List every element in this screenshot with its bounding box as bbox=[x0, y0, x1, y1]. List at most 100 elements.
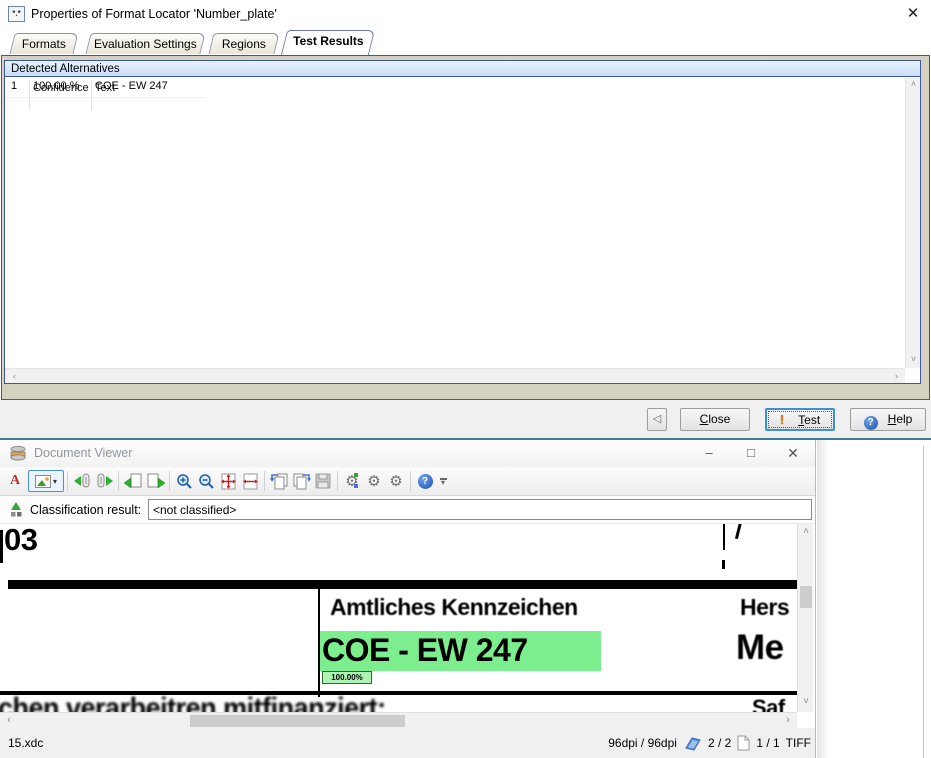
confidence-tag: 100.00% bbox=[322, 671, 372, 684]
green-dot bbox=[354, 473, 358, 477]
prev-page-icon[interactable] bbox=[122, 470, 144, 492]
scroll-up-icon[interactable]: ˄ bbox=[798, 526, 814, 540]
zoom-in-icon[interactable] bbox=[173, 470, 195, 492]
scan-line bbox=[0, 530, 3, 563]
viewer-right-border bbox=[815, 440, 816, 758]
close-icon[interactable]: ✕ bbox=[774, 440, 812, 467]
document-stack-icon bbox=[683, 735, 702, 752]
toolbar-overflow-icon[interactable]: ▾ bbox=[436, 470, 450, 492]
help-icon: ? bbox=[864, 416, 878, 430]
toolbar-separator bbox=[169, 471, 170, 491]
toolbar-separator bbox=[118, 471, 119, 491]
viewer-statusbar: 15.xdc 96dpi / 96dpi 2 / 2 1 / 1 TIFF bbox=[0, 728, 816, 758]
save-icon[interactable] bbox=[312, 470, 334, 492]
scan-thick-rule bbox=[8, 580, 797, 589]
tab-formats[interactable]: Formats bbox=[9, 33, 78, 54]
viewer-titlebar[interactable]: Document Viewer – □ ✕ bbox=[0, 440, 816, 467]
alternatives-list[interactable]: Confidence Text 1 100.00 % COE - EW 247 … bbox=[5, 78, 920, 383]
tab-regions[interactable]: Regions bbox=[208, 33, 279, 54]
minimize-icon[interactable]: – bbox=[690, 440, 728, 467]
dialog-button-bar: ◁ Close !Test ?Help bbox=[0, 400, 931, 438]
group-header: Detected Alternatives bbox=[5, 61, 920, 77]
text-cell: COE - EW 247 bbox=[95, 80, 168, 92]
next-page-icon[interactable] bbox=[144, 470, 166, 492]
window-shadow bbox=[817, 440, 829, 758]
help-button[interactable]: ?Help bbox=[850, 408, 926, 431]
button-label: elp bbox=[896, 412, 912, 426]
next-document-icon[interactable] bbox=[93, 470, 115, 492]
detected-text: COE - EW 247 bbox=[322, 632, 528, 669]
test-button[interactable]: !Test bbox=[765, 408, 835, 431]
test-results-tabpage: Detected Alternatives Confidence Text 1 … bbox=[1, 55, 930, 400]
text-view-icon[interactable]: A bbox=[4, 470, 26, 492]
image-view-icon[interactable]: ▾ bbox=[28, 470, 64, 492]
detected-text-highlight[interactable]: COE - EW 247 bbox=[320, 631, 601, 671]
canvas-horizontal-scrollbar[interactable]: ‹ › bbox=[0, 712, 797, 728]
tab-label: Regions bbox=[212, 34, 276, 54]
scroll-down-icon[interactable]: ˅ bbox=[798, 696, 814, 710]
dialog-titlebar[interactable]: *.* Properties of Format Locator 'Number… bbox=[0, 0, 931, 28]
toolbar-separator bbox=[410, 471, 411, 491]
scan-corner-number: 03 bbox=[4, 524, 37, 558]
scroll-right-icon[interactable]: › bbox=[781, 713, 795, 729]
scan-illegible-line: chen verarbeitren mitfinanziert: bbox=[0, 692, 386, 712]
scan-text-clipped: Hers bbox=[740, 594, 789, 621]
row-number-cell: 1 bbox=[11, 80, 17, 92]
scan-text-clipped: Saf bbox=[752, 695, 785, 712]
toolbar-separator bbox=[264, 471, 265, 491]
classification-label: Classification result: bbox=[30, 503, 141, 517]
maximize-icon[interactable]: □ bbox=[732, 440, 770, 467]
prev-document-icon[interactable] bbox=[71, 470, 93, 492]
scan-mark bbox=[722, 560, 725, 569]
list-horizontal-scrollbar[interactable]: ‹ › bbox=[5, 368, 905, 383]
button-label: est bbox=[804, 413, 820, 427]
exclamation-icon: ! bbox=[780, 412, 784, 427]
column-separator bbox=[91, 80, 92, 110]
tab-label: Test Results bbox=[285, 31, 371, 51]
tab-label: Formats bbox=[13, 34, 75, 54]
view-dropdown-icon[interactable]: ▾ bbox=[53, 477, 57, 486]
scan-field-label: Amtliches Kennzeichen bbox=[330, 594, 578, 621]
scroll-down-icon[interactable]: ˅ bbox=[906, 353, 921, 368]
file-format: TIFF bbox=[786, 736, 811, 750]
dpi-value: 96dpi / 96dpi bbox=[608, 736, 677, 750]
export-page-icon[interactable] bbox=[290, 470, 312, 492]
classification-result-input[interactable] bbox=[148, 499, 812, 520]
horizontal-scroll-thumb[interactable] bbox=[190, 715, 405, 727]
help-icon[interactable]: ? bbox=[414, 470, 436, 492]
page-count: 1 / 1 bbox=[756, 736, 779, 750]
scroll-left-icon[interactable]: ‹ bbox=[7, 369, 22, 384]
confidence-cell: 100.00 % bbox=[33, 80, 79, 92]
close-button[interactable]: Close bbox=[680, 408, 750, 431]
list-vertical-scrollbar[interactable]: ˄ ˅ bbox=[905, 78, 920, 368]
fit-page-icon[interactable] bbox=[217, 470, 239, 492]
background-pane bbox=[817, 440, 931, 758]
viewer-settings-icon[interactable]: ⚙ bbox=[385, 470, 407, 492]
scan-cell-border bbox=[723, 524, 725, 550]
fit-width-icon[interactable] bbox=[239, 470, 261, 492]
classification-icon bbox=[8, 502, 24, 517]
header-separator bbox=[5, 97, 205, 98]
viewer-toolbar: A ▾ bbox=[0, 467, 816, 496]
process-settings-icon[interactable]: ⚙ bbox=[341, 470, 363, 492]
tab-evaluation-settings[interactable]: Evaluation Settings bbox=[85, 33, 205, 54]
scroll-right-icon[interactable]: › bbox=[889, 369, 904, 384]
document-canvas[interactable]: 03 Amtliches Kennzeichen COE - EW 247 10… bbox=[0, 524, 797, 712]
scroll-up-icon[interactable]: ˄ bbox=[906, 78, 921, 93]
import-page-icon[interactable] bbox=[268, 470, 290, 492]
dialog-close-icon[interactable]: ✕ bbox=[899, 2, 927, 26]
recognition-settings-icon[interactable]: ⚙ bbox=[363, 470, 385, 492]
table-row[interactable]: 1 100.00 % COE - EW 247 bbox=[5, 78, 365, 94]
properties-dialog: *.* Properties of Format Locator 'Number… bbox=[0, 0, 931, 438]
chevron-left-icon: ◁ bbox=[653, 413, 661, 425]
scroll-left-icon[interactable]: ‹ bbox=[2, 713, 16, 729]
tab-test-results[interactable]: Test Results bbox=[281, 30, 375, 55]
viewer-title: Document Viewer bbox=[34, 446, 132, 460]
scan-mark bbox=[735, 524, 742, 539]
zoom-out-icon[interactable] bbox=[195, 470, 217, 492]
canvas-vertical-scrollbar[interactable]: ˄ ˅ bbox=[797, 524, 813, 712]
back-button[interactable]: ◁ bbox=[647, 408, 667, 431]
button-label: lose bbox=[708, 412, 730, 426]
background-divider bbox=[923, 446, 924, 758]
vertical-scroll-thumb[interactable] bbox=[800, 586, 812, 608]
